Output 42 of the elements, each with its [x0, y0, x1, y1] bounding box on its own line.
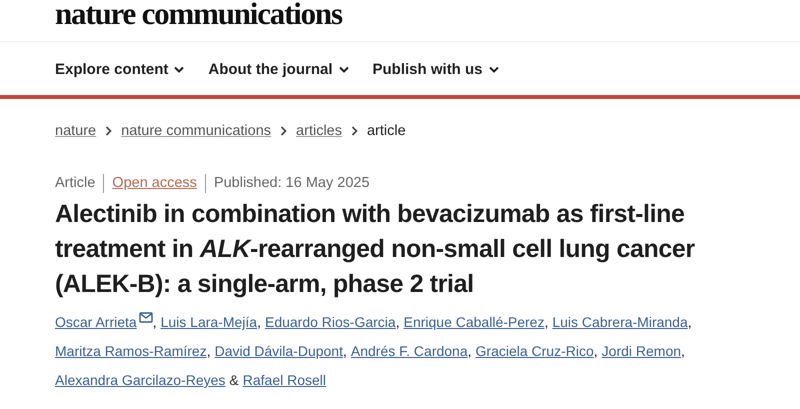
- published-date: Published: 16 May 2025: [214, 175, 370, 191]
- breadcrumb-current: article: [366, 123, 406, 139]
- nav-menu-button[interactable]: Publish with us: [372, 58, 499, 80]
- author-link[interactable]: Andrés F. Cardona: [350, 343, 468, 359]
- author-link[interactable]: Maritza Ramos-Ramírez: [55, 343, 207, 359]
- separator: ,: [688, 314, 692, 330]
- separator: ,: [544, 314, 548, 330]
- article-title: Alectinib in combination with bevacizumab as first-line treatment in ALK-rearranged non-small cell lung cancer (ALEK-B): a single-arm, phase 2 trial: [55, 199, 695, 300]
- separator: ,: [257, 314, 261, 330]
- separator: ,: [681, 343, 685, 359]
- author-link[interactable]: Luis Cabrera-Miranda: [552, 314, 688, 330]
- email-icon[interactable]: [138, 312, 153, 323]
- author-link[interactable]: Graciela Cruz-Rico: [476, 343, 594, 359]
- author-link[interactable]: Eduardo Rios-Garcia: [264, 314, 396, 330]
- separator: ,: [152, 314, 157, 330]
- separator: ,: [468, 343, 472, 359]
- author-link[interactable]: Jordi Remon: [602, 343, 682, 359]
- separator: ,: [594, 343, 598, 359]
- nav-menu-button[interactable]: Explore content: [55, 58, 184, 80]
- author-link[interactable]: Luis Lara-Mejía: [160, 314, 258, 330]
- article-type: Article: [55, 175, 96, 191]
- breadcrumb-link[interactable]: articles: [296, 123, 342, 139]
- breadcrumb-link[interactable]: nature: [55, 123, 96, 139]
- caret-icon: [338, 66, 349, 72]
- author-link[interactable]: Enrique Caballé-Perez: [404, 314, 544, 330]
- nav-menu-button[interactable]: About the journal: [208, 58, 349, 80]
- chevron-icon: [280, 126, 288, 136]
- author-link[interactable]: Rafael Rosell: [242, 372, 326, 388]
- separator: ,: [343, 343, 347, 359]
- caret-icon: [174, 66, 184, 72]
- journal-logo[interactable]: nature communications: [55, 0, 342, 41]
- chevron-icon: [105, 126, 112, 136]
- caret-icon: [488, 66, 499, 72]
- chevron-icon: [350, 126, 358, 136]
- open-access-link[interactable]: Open access: [112, 175, 197, 191]
- separator: ,: [206, 343, 211, 359]
- author-link[interactable]: Alexandra Garcilazo-Reyes: [55, 372, 226, 388]
- separator: &: [229, 372, 239, 388]
- author-link[interactable]: Oscar Arrieta: [55, 314, 153, 330]
- breadcrumb-link[interactable]: nature communications: [121, 123, 272, 139]
- author-link[interactable]: David Dávila-Dupont: [214, 343, 343, 359]
- separator: ,: [396, 314, 400, 330]
